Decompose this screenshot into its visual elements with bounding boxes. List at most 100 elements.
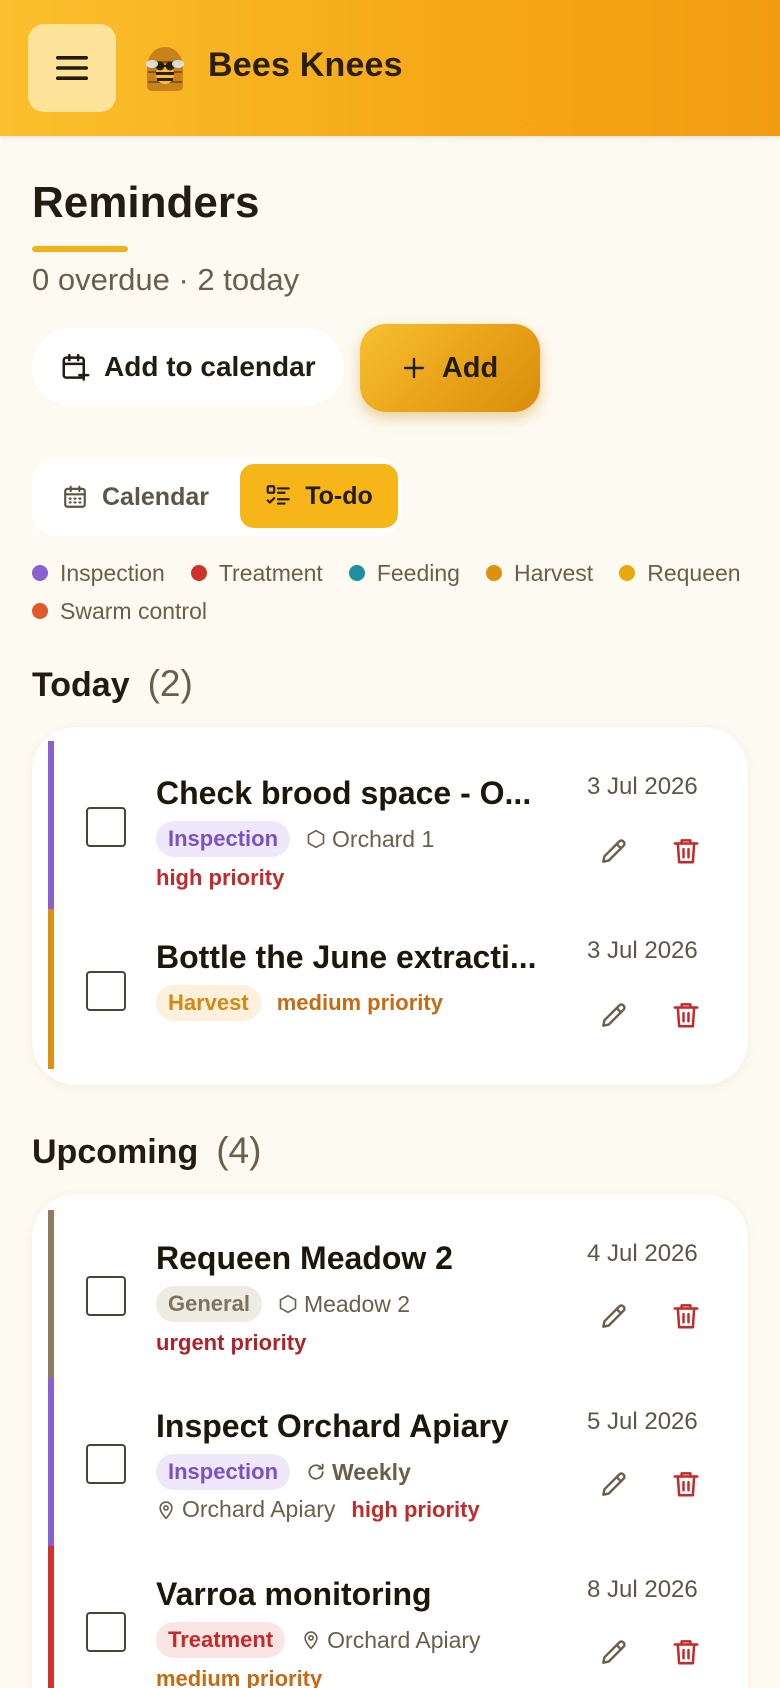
priority-label: high priority: [351, 1496, 480, 1522]
edit-button[interactable]: [594, 1632, 634, 1672]
pencil-icon: [602, 1640, 626, 1664]
category-tag: Harvest: [156, 985, 261, 1021]
calendar-icon: [64, 485, 86, 508]
legend-label: Inspection: [60, 559, 165, 586]
legend-item: Harvest: [485, 559, 594, 586]
category-bar: [48, 909, 54, 1069]
tab-calendar-label: Calendar: [102, 482, 209, 511]
priority-label: medium priority: [276, 990, 443, 1015]
menu-button[interactable]: [28, 24, 116, 112]
category-tag: Treatment: [156, 1622, 286, 1658]
section-count: (4): [216, 1130, 262, 1171]
legend-item: Treatment: [190, 560, 323, 586]
hive-meta: Orchard 1: [306, 826, 434, 853]
category-bar: [48, 1378, 54, 1546]
category-tag: Inspection: [156, 821, 291, 857]
reminder-date: 5 Jul 2026: [587, 1408, 698, 1435]
edit-button[interactable]: [594, 831, 634, 871]
legend-dot: [485, 565, 502, 581]
reminder-summary: 0 overdue · 2 today: [32, 262, 300, 297]
location-meta: Orchard Apiary: [156, 1496, 335, 1523]
priority-label: high priority: [156, 865, 285, 890]
legend-item: Requeen: [619, 560, 741, 586]
edit-button[interactable]: [594, 995, 634, 1035]
location-label: Orchard Apiary: [327, 1626, 481, 1653]
legend-item: Swarm control: [32, 598, 207, 624]
legend-item: Feeding: [348, 559, 460, 586]
legend-label: Feeding: [376, 559, 460, 586]
hive-meta: Meadow 2: [278, 1291, 410, 1318]
hive-label: Orchard 1: [332, 825, 435, 852]
pencil-icon: [602, 1003, 626, 1027]
reminder-date: 4 Jul 2026: [587, 1240, 698, 1267]
location-meta: Orchard Apiary: [301, 1626, 481, 1654]
complete-checkbox[interactable]: [86, 971, 126, 1011]
calendar-plus-icon: [62, 353, 90, 381]
reminder-meta: Treatment Orchard Apiary: [156, 1622, 481, 1658]
reminder-date: 3 Jul 2026: [587, 937, 698, 964]
list-item: Varroa monitoring Treatment Orchard Apia…: [32, 1546, 748, 1688]
complete-checkbox[interactable]: [86, 1612, 126, 1652]
delete-button[interactable]: [666, 1296, 706, 1336]
section-title: Upcoming: [32, 1133, 199, 1171]
trash-icon: [673, 1472, 699, 1497]
pencil-icon: [602, 1304, 626, 1328]
delete-button[interactable]: [666, 995, 706, 1035]
reminder-title: Inspect Orchard Apiary: [156, 1408, 509, 1444]
category-bar: [48, 1210, 54, 1378]
checklist-icon: [266, 485, 291, 505]
reminder-meta: Inspection Weekly: [156, 1454, 411, 1490]
reminder-meta-2: Orchard Apiary high priority: [156, 1496, 480, 1523]
category-tag: Inspection: [156, 1454, 291, 1490]
list-item: Bottle the June extracti... Harvest medi…: [32, 909, 748, 1069]
trash-icon: [673, 1304, 699, 1329]
section-today-heading: Today (2): [32, 663, 193, 705]
legend-dot: [32, 565, 48, 581]
repeat-icon: [308, 1463, 324, 1480]
add-reminder-button[interactable]: Add: [360, 324, 540, 412]
add-label: Add: [441, 351, 499, 384]
page-title: Reminders: [32, 178, 260, 227]
list-item: Check brood space - O... Inspection Orch…: [32, 741, 748, 909]
upcoming-card: Requeen Meadow 2 General Meadow 2 urgent…: [32, 1194, 748, 1688]
legend-dot: [619, 565, 636, 581]
complete-checkbox[interactable]: [86, 1444, 126, 1484]
pencil-icon: [602, 839, 626, 863]
app-header: Bees Knees: [0, 0, 780, 136]
delete-button[interactable]: [666, 1464, 706, 1504]
legend-label: Harvest: [513, 559, 594, 586]
category-tag: General: [156, 1286, 262, 1322]
complete-checkbox[interactable]: [86, 1276, 126, 1316]
legend-dot: [348, 565, 365, 581]
reminder-title: Requeen Meadow 2: [156, 1240, 453, 1276]
hive-label: Meadow 2: [303, 1290, 411, 1317]
legend-dot: [190, 565, 207, 581]
reminder-title: Bottle the June extracti...: [156, 939, 537, 975]
tab-calendar[interactable]: Calendar: [62, 472, 209, 522]
trash-icon: [673, 1640, 699, 1665]
list-item: Inspect Orchard Apiary Inspection Weekly…: [32, 1378, 748, 1546]
category-legend: Inspection Treatment Feeding Harvest Req…: [32, 560, 762, 624]
location-label: Orchard Apiary: [182, 1496, 336, 1522]
tab-todo[interactable]: To-do: [240, 464, 398, 528]
delete-button[interactable]: [666, 831, 706, 871]
section-title: Today: [32, 666, 130, 704]
category-bar: [48, 1546, 54, 1688]
edit-button[interactable]: [594, 1296, 634, 1336]
category-bar: [48, 741, 54, 909]
add-to-calendar-label: Add to calendar: [104, 351, 316, 382]
reminder-date: 3 Jul 2026: [587, 773, 698, 800]
tab-todo-label: To-do: [305, 481, 373, 510]
trash-icon: [673, 839, 699, 864]
add-to-calendar-button[interactable]: Add to calendar: [32, 328, 344, 406]
edit-button[interactable]: [594, 1464, 634, 1504]
reminder-date: 8 Jul 2026: [587, 1576, 698, 1603]
delete-button[interactable]: [666, 1632, 706, 1672]
view-toggle: Calendar To-do: [32, 458, 402, 536]
map-pin-icon: [159, 1500, 173, 1519]
complete-checkbox[interactable]: [86, 807, 126, 847]
section-upcoming-heading: Upcoming (4): [32, 1130, 261, 1172]
reminder-meta: General Meadow 2: [156, 1286, 410, 1322]
list-item: Requeen Meadow 2 General Meadow 2 urgent…: [32, 1210, 748, 1378]
legend-item: Inspection: [32, 560, 165, 586]
